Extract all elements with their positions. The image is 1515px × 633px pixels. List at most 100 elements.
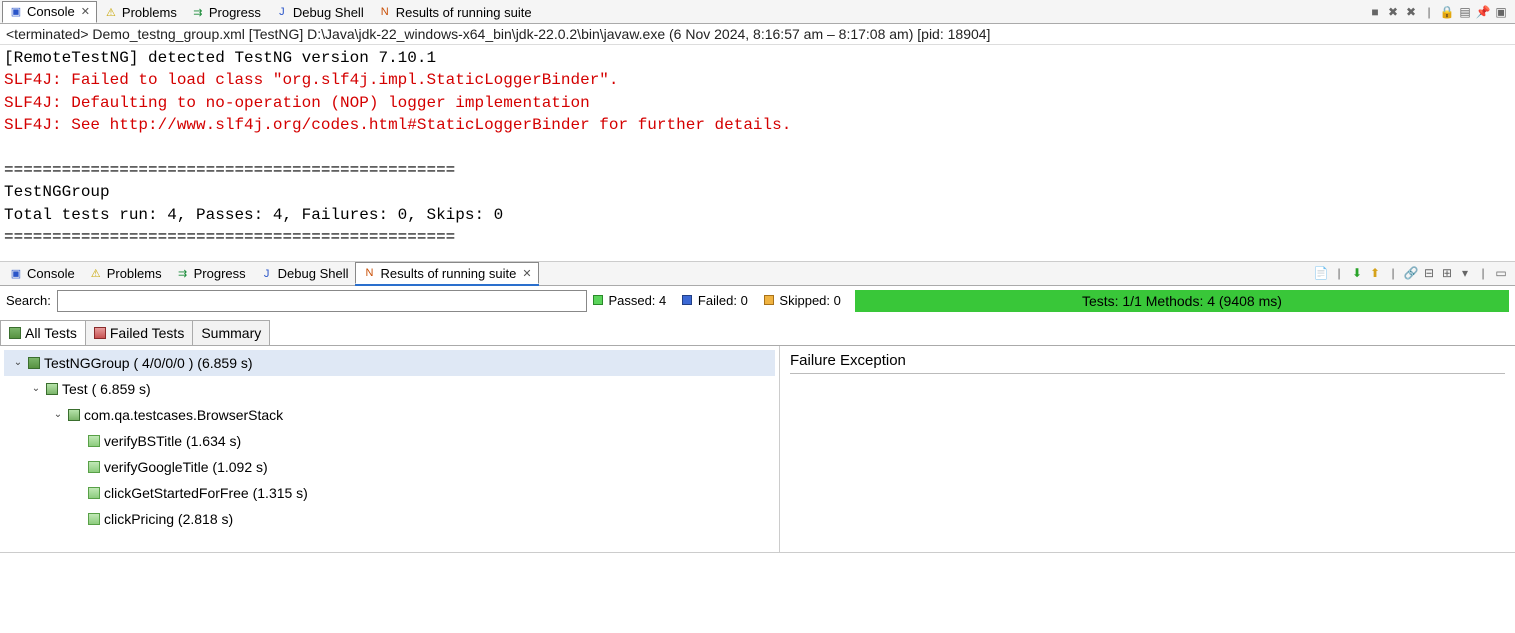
tree-test-label: Test ( 6.859 s) — [62, 381, 151, 397]
method-icon — [88, 435, 100, 447]
results-body: ⌄ TestNGGroup ( 4/0/0/0 ) (6.859 s) ⌄ Te… — [0, 346, 1515, 552]
search-input[interactable] — [57, 290, 587, 312]
arrow-up-icon[interactable]: ⬆ — [1367, 265, 1383, 281]
collapse-icon[interactable]: ⊟ — [1421, 265, 1437, 281]
tab-console-2[interactable]: ▣ Console — [2, 262, 82, 284]
sep: | — [1385, 265, 1401, 281]
tab-all-label: All Tests — [25, 325, 77, 341]
results-view: ▣ Console ⚠ Problems ⇉ Progress J Debug … — [0, 262, 1515, 553]
refresh-icon[interactable]: 📄 — [1313, 265, 1329, 281]
expander-icon[interactable]: ⌄ — [12, 357, 24, 368]
skipped-icon — [764, 295, 774, 305]
tab-progress[interactable]: ⇉ Progress — [184, 1, 268, 23]
tab-problems-2[interactable]: ⚠ Problems — [82, 262, 169, 284]
tab-results[interactable]: N Results of running suite — [371, 1, 539, 23]
tab-progress-label: Progress — [194, 266, 246, 281]
progress-bar: Tests: 1/1 Methods: 4 (9408 ms) — [855, 290, 1509, 312]
console-view: ▣ Console ✕ ⚠ Problems ⇉ Progress J Debu… — [0, 0, 1515, 262]
tree-class-label: com.qa.testcases.BrowserStack — [84, 407, 283, 423]
passed-count: 4 — [659, 293, 666, 308]
passed-counter: Passed: 4 — [593, 293, 666, 308]
tree-suite-row[interactable]: ⌄ TestNGGroup ( 4/0/0/0 ) (6.859 s) — [4, 350, 775, 376]
expander-icon[interactable]: ⌄ — [52, 409, 64, 420]
tab-progress-2[interactable]: ⇉ Progress — [169, 262, 253, 284]
tab-problems[interactable]: ⚠ Problems — [97, 1, 184, 23]
tree-test-row[interactable]: ⌄ Test ( 6.859 s) — [4, 376, 775, 402]
tab-results-label: Results of running suite — [396, 5, 532, 20]
progress-bar-text: Tests: 1/1 Methods: 4 (9408 ms) — [1082, 293, 1282, 309]
lower-toolbar: 📄 | ⬇ ⬆ | 🔗 ⊟ ⊞ ▾ | ▭ — [1313, 265, 1513, 281]
maximize-icon[interactable]: ▭ — [1493, 265, 1509, 281]
search-row: Search: Passed: 4 Failed: 0 Skipped: 0 T… — [0, 286, 1515, 316]
scroll-lock-icon[interactable]: 🔒 — [1439, 4, 1455, 20]
tab-debug-shell-2[interactable]: J Debug Shell — [253, 262, 356, 284]
tree-suite-label: TestNGGroup ( 4/0/0/0 ) (6.859 s) — [44, 355, 253, 371]
tree-method-row[interactable]: verifyBSTitle (1.634 s) — [4, 428, 775, 454]
open-console-icon[interactable]: ▣ — [1493, 4, 1509, 20]
pin-icon[interactable]: 📌 — [1475, 4, 1491, 20]
tab-console-label: Console — [27, 4, 75, 19]
tab-console[interactable]: ▣ Console ✕ — [2, 1, 97, 23]
sep: | — [1475, 265, 1491, 281]
tab-results-label: Results of running suite — [380, 266, 516, 281]
debug-icon: J — [275, 5, 289, 19]
tab-problems-label: Problems — [122, 5, 177, 20]
tree-method-row[interactable]: verifyGoogleTitle (1.092 s) — [4, 454, 775, 480]
console-line: [RemoteTestNG] detected TestNG version 7… — [4, 49, 436, 67]
tab-summary[interactable]: Summary — [192, 320, 270, 345]
tab-console-label: Console — [27, 266, 75, 281]
sep: | — [1421, 4, 1437, 20]
tab-problems-label: Problems — [107, 266, 162, 281]
tree-method-label: clickPricing (2.818 s) — [104, 511, 233, 527]
warning-icon: ⚠ — [104, 5, 118, 19]
remove-all-icon[interactable]: ✖ — [1403, 4, 1419, 20]
lower-tabbar: ▣ Console ⚠ Problems ⇉ Progress J Debug … — [0, 262, 1515, 286]
close-icon[interactable]: ✕ — [522, 267, 531, 280]
failed-icon — [94, 327, 106, 339]
passed-icon — [593, 295, 603, 305]
suite-icon — [9, 327, 21, 339]
tree-method-label: verifyGoogleTitle (1.092 s) — [104, 459, 268, 475]
tree-method-label: clickGetStartedForFree (1.315 s) — [104, 485, 308, 501]
failed-counter: Failed: 0 — [682, 293, 748, 308]
test-icon — [46, 383, 58, 395]
failed-label: Failed: — [698, 293, 737, 308]
tab-failed-tests[interactable]: Failed Tests — [85, 320, 193, 345]
failed-icon — [682, 295, 692, 305]
tab-all-tests[interactable]: All Tests — [0, 320, 86, 345]
clear-icon[interactable]: ▤ — [1457, 4, 1473, 20]
tree-method-label: verifyBSTitle (1.634 s) — [104, 433, 241, 449]
results-inner-tabs: All Tests Failed Tests Summary — [0, 320, 1515, 346]
terminate-icon[interactable]: ■ — [1367, 4, 1383, 20]
close-icon[interactable]: ✕ — [81, 5, 90, 18]
search-label: Search: — [6, 293, 51, 308]
results-icon: N — [378, 5, 392, 19]
tab-summary-label: Summary — [201, 325, 261, 341]
tab-debug-label: Debug Shell — [293, 5, 364, 20]
tree-class-row[interactable]: ⌄ com.qa.testcases.BrowserStack — [4, 402, 775, 428]
warning-icon: ⚠ — [89, 267, 103, 281]
test-tree: ⌄ TestNGGroup ( 4/0/0/0 ) (6.859 s) ⌄ Te… — [0, 346, 780, 552]
sep: | — [1331, 265, 1347, 281]
expand-icon[interactable]: ⊞ — [1439, 265, 1455, 281]
console-line: Total tests run: 4, Passes: 4, Failures:… — [4, 206, 503, 224]
expander-icon[interactable]: ⌄ — [30, 383, 42, 394]
upper-tabbar: ▣ Console ✕ ⚠ Problems ⇉ Progress J Debu… — [0, 0, 1515, 24]
tab-debug-shell[interactable]: J Debug Shell — [268, 1, 371, 23]
remove-icon[interactable]: ✖ — [1385, 4, 1401, 20]
suite-icon — [28, 357, 40, 369]
tab-progress-label: Progress — [209, 5, 261, 20]
arrow-down-icon[interactable]: ⬇ — [1349, 265, 1365, 281]
console-line-error: SLF4J: Failed to load class "org.slf4j.i… — [4, 71, 619, 89]
tree-method-row[interactable]: clickPricing (2.818 s) — [4, 506, 775, 532]
tree-method-row[interactable]: clickGetStartedForFree (1.315 s) — [4, 480, 775, 506]
progress-icon: ⇉ — [176, 267, 190, 281]
console-line: ========================================… — [4, 228, 455, 246]
menu-dropdown-icon[interactable]: ▾ — [1457, 265, 1473, 281]
debug-icon: J — [260, 267, 274, 281]
result-counters: Passed: 4 Failed: 0 Skipped: 0 — [593, 293, 841, 308]
tab-debug-label: Debug Shell — [278, 266, 349, 281]
class-icon — [68, 409, 80, 421]
tab-results-2[interactable]: N Results of running suite ✕ — [355, 262, 538, 284]
link-icon[interactable]: 🔗 — [1403, 265, 1419, 281]
